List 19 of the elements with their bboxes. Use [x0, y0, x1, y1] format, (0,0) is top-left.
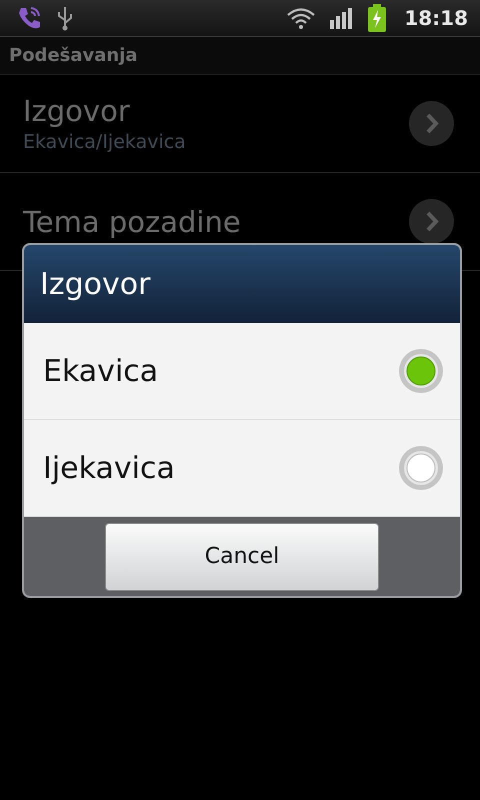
phone-icon — [16, 5, 42, 31]
screen-title: Podešavanja — [9, 45, 138, 66]
setting-title: Izgovor — [23, 92, 131, 128]
option-label: Ijekavica — [43, 450, 176, 486]
usb-icon — [56, 5, 74, 31]
cancel-button[interactable]: Cancel — [105, 522, 379, 590]
setting-summary: Ekavica/Ijekavica — [23, 130, 187, 154]
status-time: 18:18 — [404, 6, 468, 30]
battery-charging-icon — [368, 4, 386, 32]
dialog-option[interactable]: Ekavica — [24, 323, 460, 420]
radio-button[interactable] — [398, 445, 444, 491]
settings-item[interactable]: Izgovor Ekavica/Ijekavica — [0, 75, 480, 173]
signal-icon — [330, 7, 354, 29]
chevron-icon — [409, 199, 454, 244]
setting-title: Tema pozadine — [23, 204, 242, 240]
chevron-icon — [409, 101, 454, 146]
option-label: Ekavica — [43, 354, 160, 388]
radio-button[interactable] — [398, 348, 444, 394]
wifi-icon — [286, 6, 316, 30]
